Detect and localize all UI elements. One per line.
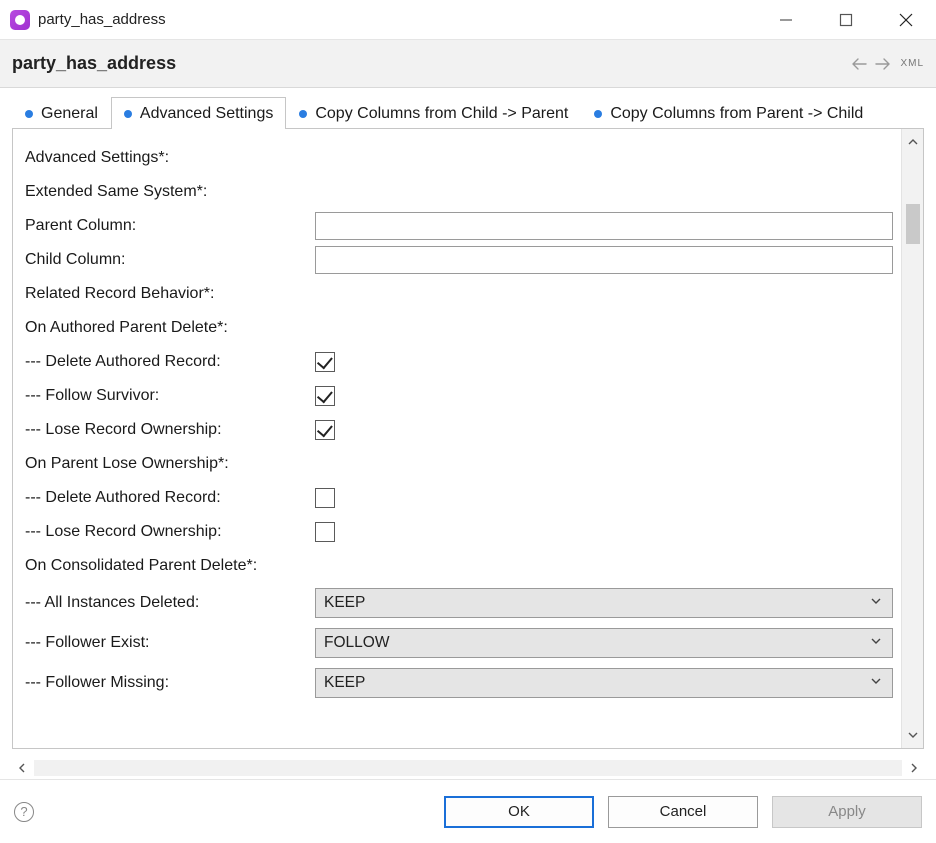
nav-forward-button[interactable]	[872, 53, 894, 75]
row-advanced-settings: Advanced Settings*:	[25, 141, 893, 175]
label-ocpd-follower-exist: --- Follower Exist:	[25, 623, 315, 663]
row-on-parent-lose-ownership: On Parent Lose Ownership*:	[25, 447, 893, 481]
bullet-icon	[124, 110, 132, 118]
help-icon: ?	[20, 804, 27, 819]
row-parent-column: Parent Column:	[25, 209, 893, 243]
row-ocpd-all-instances: --- All Instances Deleted: KEEP	[25, 583, 893, 623]
label-advanced-settings: Advanced Settings*:	[25, 149, 315, 167]
ok-button[interactable]: OK	[444, 796, 594, 828]
label-ocpd-all-instances: --- All Instances Deleted:	[25, 583, 315, 623]
arrow-right-icon	[875, 57, 891, 71]
oplo-delete-authored-checkbox[interactable]	[315, 488, 335, 508]
row-on-consolidated-parent-delete: On Consolidated Parent Delete*:	[25, 549, 893, 583]
minimize-icon	[779, 13, 793, 27]
scroll-right-icon[interactable]	[904, 758, 924, 778]
vertical-scrollbar[interactable]	[901, 129, 923, 748]
select-value: FOLLOW	[324, 634, 389, 652]
page-title: party_has_address	[12, 53, 176, 74]
child-column-input[interactable]	[315, 246, 893, 274]
label-on-authored-parent-delete: On Authored Parent Delete*:	[25, 319, 315, 337]
bullet-icon	[299, 110, 307, 118]
bullet-icon	[594, 110, 602, 118]
cancel-button[interactable]: Cancel	[608, 796, 758, 828]
minimize-button[interactable]	[756, 0, 816, 40]
header-band: party_has_address XML	[0, 40, 936, 88]
form-rows: Advanced Settings*: Extended Same System…	[13, 129, 901, 711]
scrollbar-thumb[interactable]	[906, 204, 920, 244]
row-extended-same-system: Extended Same System*:	[25, 175, 893, 209]
oplo-lose-ownership-checkbox[interactable]	[315, 522, 335, 542]
hscroll-track[interactable]	[34, 760, 902, 776]
label-on-parent-lose-ownership: On Parent Lose Ownership*:	[25, 455, 315, 473]
tab-label: Copy Columns from Child -> Parent	[315, 105, 568, 123]
bullet-icon	[25, 110, 33, 118]
ocpd-follower-missing-select[interactable]: KEEP	[315, 668, 893, 698]
maximize-icon	[839, 13, 853, 27]
row-oplo-delete-authored: --- Delete Authored Record:	[25, 481, 893, 515]
row-ocpd-follower-exist: --- Follower Exist: FOLLOW	[25, 623, 893, 663]
maximize-button[interactable]	[816, 0, 876, 40]
tab-panel: Advanced Settings*: Extended Same System…	[12, 128, 924, 749]
label-on-consolidated-parent-delete: On Consolidated Parent Delete*:	[25, 557, 315, 575]
close-button[interactable]	[876, 0, 936, 40]
select-value: KEEP	[324, 594, 365, 612]
label-related-record-behavior: Related Record Behavior*:	[25, 285, 315, 303]
app-icon	[10, 10, 30, 30]
chevron-down-icon	[870, 674, 882, 692]
scroll-down-icon[interactable]	[904, 726, 922, 744]
close-icon	[899, 13, 913, 27]
tab-label: General	[41, 105, 98, 123]
tab-label: Advanced Settings	[140, 105, 273, 123]
tab-advanced-settings[interactable]: Advanced Settings	[111, 97, 286, 129]
row-child-column: Child Column:	[25, 243, 893, 277]
ocpd-follower-exist-select[interactable]: FOLLOW	[315, 628, 893, 658]
select-value: KEEP	[324, 674, 365, 692]
form-scroll: Advanced Settings*: Extended Same System…	[13, 129, 901, 748]
tabstrip: General Advanced Settings Copy Columns f…	[12, 96, 924, 128]
label-ocpd-follower-missing: --- Follower Missing:	[25, 663, 315, 703]
row-oapd-delete-authored: --- Delete Authored Record:	[25, 345, 893, 379]
tab-label: Copy Columns from Parent -> Child	[610, 105, 863, 123]
label-child-column: Child Column:	[25, 251, 315, 269]
horizontal-scrollbar[interactable]	[12, 757, 924, 779]
chevron-down-icon	[870, 594, 882, 612]
footer: ? OK Cancel Apply	[0, 779, 936, 843]
tab-general[interactable]: General	[12, 97, 111, 129]
row-oplo-lose-ownership: --- Lose Record Ownership:	[25, 515, 893, 549]
row-oapd-follow-survivor: --- Follow Survivor:	[25, 379, 893, 413]
label-extended-same-system: Extended Same System*:	[25, 183, 315, 201]
xml-view-button[interactable]: XML	[900, 58, 924, 69]
help-button[interactable]: ?	[14, 802, 34, 822]
row-on-authored-parent-delete: On Authored Parent Delete*:	[25, 311, 893, 345]
window-title: party_has_address	[38, 11, 166, 28]
scroll-up-icon[interactable]	[904, 133, 922, 151]
oapd-follow-survivor-checkbox[interactable]	[315, 386, 335, 406]
parent-column-input[interactable]	[315, 212, 893, 240]
row-oapd-lose-ownership: --- Lose Record Ownership:	[25, 413, 893, 447]
scroll-left-icon[interactable]	[12, 758, 32, 778]
label-oplo-delete-authored: --- Delete Authored Record:	[25, 489, 315, 507]
arrow-left-icon	[851, 57, 867, 71]
oapd-delete-authored-checkbox[interactable]	[315, 352, 335, 372]
label-oapd-lose-ownership: --- Lose Record Ownership:	[25, 421, 315, 439]
ocpd-all-instances-select[interactable]: KEEP	[315, 588, 893, 618]
row-ocpd-follower-missing: --- Follower Missing: KEEP	[25, 663, 893, 703]
label-oplo-lose-ownership: --- Lose Record Ownership:	[25, 523, 315, 541]
main-area: General Advanced Settings Copy Columns f…	[0, 88, 936, 779]
label-oapd-delete-authored: --- Delete Authored Record:	[25, 353, 315, 371]
titlebar: party_has_address	[0, 0, 936, 40]
apply-button[interactable]: Apply	[772, 796, 922, 828]
tab-copy-parent-child[interactable]: Copy Columns from Parent -> Child	[581, 97, 876, 129]
oapd-lose-ownership-checkbox[interactable]	[315, 420, 335, 440]
row-related-record-behavior: Related Record Behavior*:	[25, 277, 893, 311]
label-oapd-follow-survivor: --- Follow Survivor:	[25, 387, 315, 405]
tab-copy-child-parent[interactable]: Copy Columns from Child -> Parent	[286, 97, 581, 129]
label-parent-column: Parent Column:	[25, 217, 315, 235]
nav-back-button[interactable]	[848, 53, 870, 75]
chevron-down-icon	[870, 634, 882, 652]
